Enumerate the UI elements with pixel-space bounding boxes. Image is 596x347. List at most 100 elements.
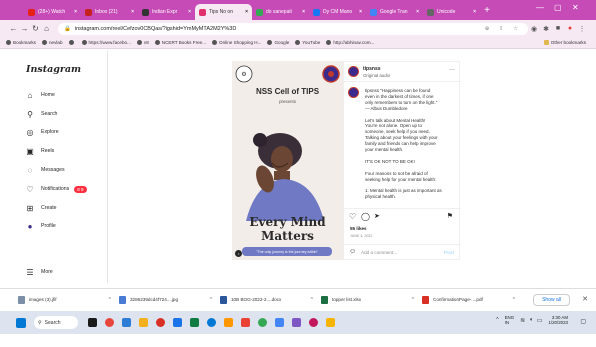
chevron-up-icon[interactable]: ^ bbox=[109, 297, 111, 303]
bookmark-item[interactable]: nevlab bbox=[41, 40, 63, 45]
post-media[interactable]: ⚙ NSS Cell of TIPS presents Every Mind M… bbox=[232, 61, 343, 260]
speaker-icon[interactable]: ◖ bbox=[529, 317, 533, 323]
new-tab-button[interactable]: + bbox=[480, 4, 494, 20]
likes-count[interactable]: 55 likes bbox=[350, 226, 367, 231]
download-item[interactable]: ConfirmationPage-....pdf ^ bbox=[422, 295, 523, 304]
sidebar-item-profile[interactable]: ● Profile bbox=[25, 221, 56, 231]
taskbar-app-icon[interactable] bbox=[309, 318, 318, 327]
download-item[interactable]: 10B BOG-2022-2....docx ^ bbox=[220, 295, 321, 304]
tab-close-icon[interactable]: × bbox=[414, 9, 419, 15]
tab-close-icon[interactable]: × bbox=[471, 9, 476, 15]
sidebar-item-reels[interactable]: ▣ Reels bbox=[25, 146, 54, 156]
reload-icon[interactable]: ↻ bbox=[30, 24, 41, 33]
post-audio[interactable]: Original audio bbox=[363, 73, 390, 78]
taskbar-app-icon[interactable] bbox=[258, 318, 267, 327]
bookmark-item[interactable]: NCERT Books Free... bbox=[154, 40, 206, 45]
browser-tab[interactable]: Google Tran × bbox=[366, 4, 423, 20]
tab-close-icon[interactable]: × bbox=[357, 9, 362, 15]
post-username[interactable]: tipsnss bbox=[363, 66, 381, 72]
taskbar-app-icon[interactable] bbox=[326, 318, 335, 327]
forward-arrow-icon[interactable]: → bbox=[19, 24, 30, 33]
sidebar-item-notifications[interactable]: ♡ Notifications 8 9 bbox=[25, 184, 87, 194]
bookmark-item[interactable]: https://www.facebo... bbox=[81, 40, 131, 45]
bookmark-item[interactable]: Google bbox=[267, 40, 289, 45]
browser-tab[interactable]: (28+) Watch × bbox=[24, 4, 81, 20]
bookmark-item[interactable] bbox=[68, 40, 76, 45]
tab-close-icon[interactable]: × bbox=[186, 9, 191, 15]
close-window-icon[interactable]: ✕ bbox=[572, 3, 579, 12]
chevron-up-icon[interactable]: ^ bbox=[412, 297, 414, 303]
sidebar-item-home[interactable]: ⌂ Home bbox=[25, 90, 55, 100]
download-item[interactable]: topper list.xlsx ^ bbox=[321, 295, 422, 304]
taskbar-app-icon[interactable] bbox=[224, 318, 233, 327]
extension-icon[interactable]: ◉ bbox=[528, 25, 540, 33]
minimize-icon[interactable]: — bbox=[536, 3, 544, 12]
tab-close-icon[interactable]: × bbox=[300, 9, 305, 15]
taskbar-app-icon[interactable] bbox=[292, 318, 301, 327]
taskbar-app-icon[interactable] bbox=[241, 318, 250, 327]
bookmark-item[interactable]: v8 bbox=[136, 40, 149, 45]
windows-start-icon[interactable] bbox=[16, 317, 26, 328]
bookmark-item[interactable]: Bookmarks bbox=[6, 40, 36, 45]
taskbar-app-icon[interactable] bbox=[275, 318, 284, 327]
avatar[interactable] bbox=[348, 66, 359, 77]
show-all-downloads-button[interactable]: Show all bbox=[533, 294, 570, 306]
save-bookmark-icon[interactable]: ⚑ bbox=[447, 212, 453, 220]
browser-tab[interactable]: Indian Expr × bbox=[138, 4, 195, 20]
more-options-icon[interactable]: ··· bbox=[449, 67, 455, 73]
browser-tab[interactable]: Inbox (21) × bbox=[81, 4, 138, 20]
bookmark-item[interactable]: Online Shopping H... bbox=[212, 40, 261, 45]
sidebar-item-explore[interactable]: ◎ Explore bbox=[25, 127, 59, 137]
share-icon[interactable]: ➤ bbox=[374, 212, 380, 220]
sidebar-item-more[interactable]: ☰ More bbox=[25, 267, 52, 277]
post-comment-button[interactable]: Post bbox=[444, 250, 454, 255]
language-indicator[interactable]: ENG IN bbox=[505, 315, 515, 325]
bookmark-item[interactable]: http://abhinav.com... bbox=[326, 40, 374, 45]
tab-close-icon[interactable]: × bbox=[72, 9, 77, 15]
comment-input[interactable]: Add a comment... bbox=[361, 250, 397, 255]
taskbar-app-icon[interactable] bbox=[122, 318, 131, 327]
browser-tab[interactable]: Tips No on × bbox=[195, 4, 252, 20]
back-arrow-icon[interactable]: ← bbox=[8, 24, 19, 33]
omnibox-action-icons[interactable]: ⊕ ⇪ ☆ bbox=[485, 26, 522, 32]
close-downloads-icon[interactable]: ✕ bbox=[582, 295, 588, 303]
bookmark-item[interactable]: YouTube bbox=[295, 40, 320, 45]
other-bookmarks[interactable]: Other bookmarks bbox=[543, 40, 586, 45]
menu-kebab-icon[interactable]: ⋮ bbox=[576, 25, 588, 33]
tray-chevron-icon[interactable]: ^ bbox=[496, 317, 498, 323]
like-heart-icon[interactable]: ♡ bbox=[349, 212, 356, 221]
taskbar-app-icon[interactable] bbox=[173, 318, 182, 327]
audio-mute-icon[interactable]: ♪ bbox=[235, 250, 242, 257]
clock[interactable]: 3:30 AM 1/20/2023 bbox=[548, 315, 568, 325]
browser-tab[interactable]: Unicode × bbox=[423, 4, 480, 20]
taskbar-app-icon[interactable] bbox=[156, 318, 165, 327]
sidebar-item-messages[interactable]: ◌ Messages bbox=[25, 165, 65, 175]
chevron-up-icon[interactable]: ^ bbox=[513, 297, 515, 303]
chevron-up-icon[interactable]: ^ bbox=[311, 297, 313, 303]
chevron-up-icon[interactable]: ^ bbox=[210, 297, 212, 303]
emoji-icon[interactable]: ☺ bbox=[349, 248, 356, 255]
battery-icon[interactable]: ▭ bbox=[537, 317, 543, 324]
caption-avatar[interactable] bbox=[348, 87, 359, 98]
tab-close-icon[interactable]: × bbox=[129, 9, 134, 15]
taskbar-search[interactable]: ⚲ Search bbox=[34, 316, 78, 329]
instagram-logo[interactable]: Instagram bbox=[26, 64, 81, 75]
browser-tab[interactable]: do sanepati × bbox=[252, 4, 309, 20]
wifi-icon[interactable]: ≋ bbox=[520, 317, 525, 324]
browser-tab[interactable]: Dy CM Mano × bbox=[309, 4, 366, 20]
bookmark-icon[interactable]: ■ bbox=[552, 25, 564, 32]
maximize-icon[interactable]: ▢ bbox=[554, 3, 562, 12]
home-button-icon[interactable]: ⌂ bbox=[41, 24, 52, 33]
address-bar[interactable]: 🔒 instagram.com/reel/Cefzov0CBQas/?igshi… bbox=[58, 22, 528, 35]
download-item[interactable]: images (3).jfif ^ bbox=[18, 295, 119, 304]
comment-icon[interactable]: ◯ bbox=[361, 212, 370, 221]
notifications-center-icon[interactable]: ▢ bbox=[580, 318, 586, 325]
sidebar-item-search[interactable]: ⚲ Search bbox=[25, 109, 57, 119]
taskbar-app-icon[interactable] bbox=[190, 318, 199, 327]
taskbar-app-icon[interactable] bbox=[207, 318, 216, 327]
tab-close-icon[interactable]: × bbox=[243, 9, 248, 15]
extensions-puzzle-icon[interactable]: ✱ bbox=[540, 25, 552, 33]
taskbar-app-icon[interactable] bbox=[88, 318, 97, 327]
profile-avatar-icon[interactable]: ● bbox=[564, 25, 576, 32]
taskbar-app-icon[interactable] bbox=[139, 318, 148, 327]
